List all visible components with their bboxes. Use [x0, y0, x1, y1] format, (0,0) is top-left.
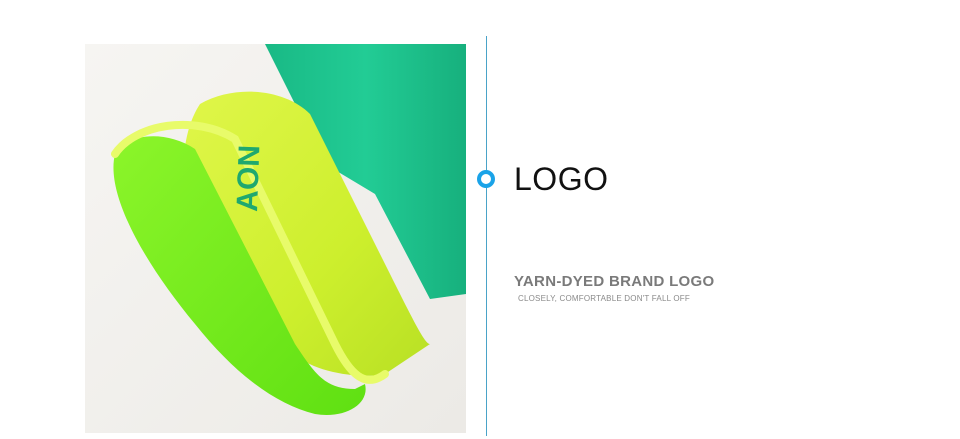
- bullet-marker-icon: [477, 170, 495, 188]
- product-photo: AON: [85, 44, 466, 433]
- feature-caption: CLOSELY, COMFORTABLE DON'T FALL OFF: [518, 294, 690, 303]
- feature-subtitle: YARN-DYED BRAND LOGO: [514, 273, 715, 290]
- knit-logo-text: AON: [231, 144, 266, 212]
- sock-cuff-illustration: AON: [85, 44, 466, 433]
- feature-section: AON LOGO YARN-DYED BRAND LOGO CLOSELY, C…: [0, 0, 960, 439]
- feature-title: LOGO: [514, 161, 609, 197]
- vertical-divider: [486, 36, 487, 436]
